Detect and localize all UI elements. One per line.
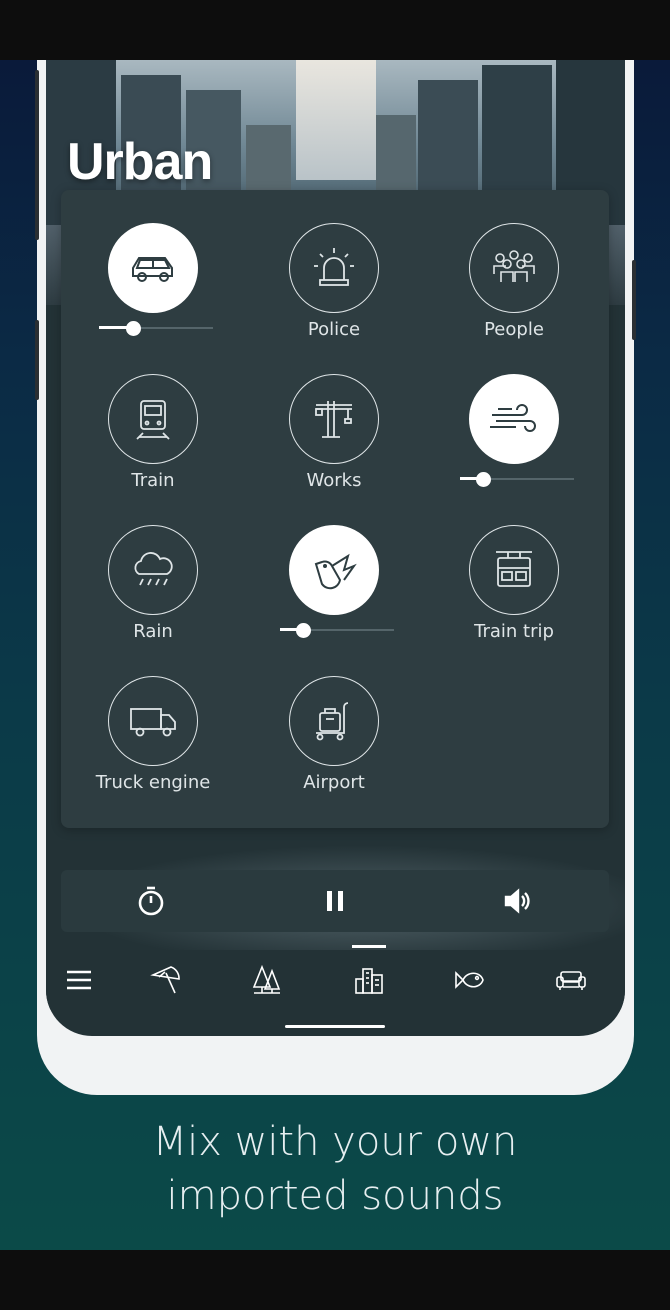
menu-icon bbox=[67, 970, 91, 990]
promo-line-1: Mix with your own bbox=[152, 1119, 518, 1165]
fish-icon bbox=[455, 971, 484, 989]
sound-button-car[interactable] bbox=[108, 223, 198, 313]
sound-tile-truck[interactable]: Truck engine bbox=[63, 671, 243, 821]
stopwatch-icon bbox=[138, 886, 164, 916]
status-area-bottom bbox=[0, 1250, 670, 1310]
speaker-icon bbox=[504, 888, 530, 914]
nav-home[interactable] bbox=[541, 956, 601, 1004]
sound-button-train[interactable] bbox=[108, 374, 198, 464]
pause-button[interactable] bbox=[295, 870, 375, 932]
sound-button-works[interactable] bbox=[289, 374, 379, 464]
airport-luggage-icon bbox=[316, 702, 349, 741]
volume-slider-wind[interactable] bbox=[460, 472, 574, 487]
app-screen: Urban Police People Train Works Rain Tra… bbox=[46, 60, 625, 1036]
sound-button-train-trip[interactable] bbox=[469, 525, 559, 615]
car-icon bbox=[132, 257, 173, 282]
sound-grid-panel: Police People Train Works Rain Train tri… bbox=[61, 190, 609, 828]
nav-aquarium[interactable] bbox=[439, 956, 499, 1004]
nav-selected-indicator bbox=[352, 945, 386, 948]
wind-icon bbox=[490, 404, 536, 432]
bottom-nav bbox=[46, 950, 625, 1010]
sound-button-people[interactable] bbox=[469, 223, 559, 313]
volume-slider-bird[interactable] bbox=[280, 623, 394, 638]
sound-button-wind[interactable] bbox=[469, 374, 559, 464]
sound-tile-car[interactable] bbox=[63, 218, 243, 368]
train-icon bbox=[136, 400, 170, 440]
status-area-top bbox=[0, 0, 670, 60]
sound-tile-rain[interactable]: Rain bbox=[63, 520, 243, 670]
sound-tile-train-trip[interactable]: Train trip bbox=[424, 520, 604, 670]
slider-thumb[interactable] bbox=[126, 321, 141, 336]
phone-side-button-right bbox=[632, 260, 636, 340]
volume-slider-car[interactable] bbox=[99, 321, 213, 336]
category-title: Urban bbox=[67, 133, 213, 191]
sound-label-rain: Rain bbox=[133, 621, 173, 642]
sound-button-police[interactable] bbox=[289, 223, 379, 313]
slider-thumb[interactable] bbox=[296, 623, 311, 638]
sound-tile-works[interactable]: Works bbox=[244, 369, 424, 519]
phone-side-button-left-top bbox=[35, 70, 39, 240]
nav-forest[interactable] bbox=[237, 956, 297, 1004]
city-icon bbox=[355, 968, 383, 994]
cable-car-icon bbox=[496, 551, 532, 587]
pause-icon bbox=[327, 891, 343, 911]
slider-thumb[interactable] bbox=[476, 472, 491, 487]
sound-label-police: Police bbox=[307, 319, 361, 340]
sound-label-airport: Airport bbox=[303, 772, 365, 793]
construction-crane-icon bbox=[315, 401, 352, 438]
sound-label-works: Works bbox=[306, 470, 362, 491]
rain-cloud-icon bbox=[134, 552, 173, 586]
sound-label-truck-engine: Truck engine bbox=[95, 772, 211, 793]
sound-label-people: People bbox=[484, 319, 544, 340]
sound-tile-wind[interactable] bbox=[424, 369, 604, 519]
sound-button-truck[interactable] bbox=[108, 676, 198, 766]
sound-tile-people[interactable]: People bbox=[424, 218, 604, 368]
phone-side-button-left bbox=[35, 320, 39, 400]
sound-button-rain[interactable] bbox=[108, 525, 198, 615]
promo-line-2: imported sounds bbox=[166, 1173, 504, 1219]
bird-icon bbox=[314, 553, 357, 590]
volume-button[interactable] bbox=[477, 870, 557, 932]
nav-city[interactable] bbox=[339, 956, 399, 1004]
home-indicator bbox=[285, 1025, 385, 1028]
playback-controls bbox=[61, 870, 609, 932]
sound-label-train: Train bbox=[131, 470, 175, 491]
beach-umbrella-icon bbox=[150, 966, 180, 994]
nav-beach[interactable] bbox=[136, 956, 196, 1004]
nav-menu[interactable] bbox=[49, 956, 109, 1004]
sound-label-train-trip: Train trip bbox=[474, 621, 554, 642]
promo-caption: Mix with your own imported sounds bbox=[0, 1115, 670, 1223]
truck-icon bbox=[130, 708, 176, 737]
sound-tile-bird[interactable] bbox=[244, 520, 424, 670]
sound-tile-police[interactable]: Police bbox=[244, 218, 424, 368]
sofa-icon bbox=[556, 971, 586, 990]
people-crowd-icon bbox=[493, 250, 535, 282]
forest-icon bbox=[252, 964, 281, 994]
police-siren-icon bbox=[314, 248, 354, 286]
sound-button-airport[interactable] bbox=[289, 676, 379, 766]
timer-button[interactable] bbox=[111, 870, 191, 932]
sound-button-bird[interactable] bbox=[289, 525, 379, 615]
sound-tile-airport[interactable]: Airport bbox=[244, 671, 424, 821]
sound-tile-train[interactable]: Train bbox=[63, 369, 243, 519]
